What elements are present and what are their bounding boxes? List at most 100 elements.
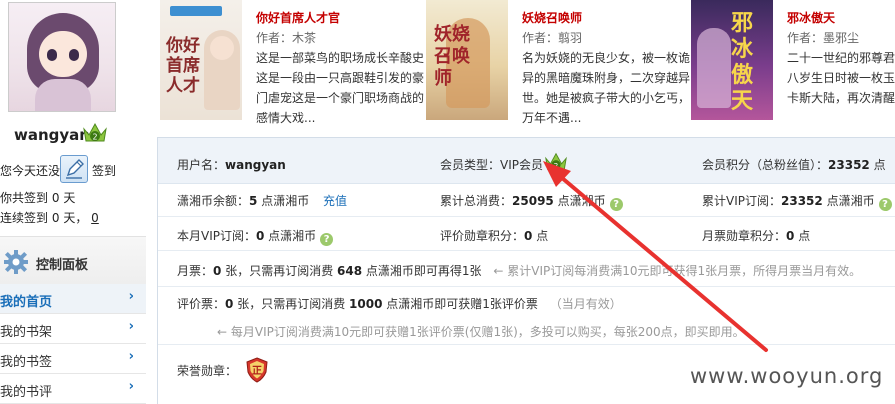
crown-level: 2 xyxy=(92,133,97,142)
monthly-ticket-field: 月票：0 张，只需再订阅消费 648 点潇湘币即可再得1张 ← 累计VIP订阅每… xyxy=(177,262,861,279)
checkin-total-unit: 天 xyxy=(63,191,76,205)
book-title[interactable]: 妖娆召唤师 xyxy=(522,9,582,26)
book-title[interactable]: 邪冰傲天 xyxy=(787,9,835,26)
book-description: 二十一世纪的邪尊君八岁生日时被一枚玉卡斯大陆，再次清醒一名婴儿！前世... xyxy=(787,51,895,105)
total-vip-value: 23352 xyxy=(781,194,823,208)
checkin-streak-extra[interactable]: 0 xyxy=(91,211,99,225)
total-vip-unit: 点潇湘币 xyxy=(822,194,875,208)
review-score-label: 评价勋章积分： xyxy=(440,229,525,243)
review-ticket-note: （当月有效） xyxy=(549,297,622,311)
help-icon[interactable]: ? xyxy=(320,233,334,246)
chevron-right-icon: › xyxy=(128,319,134,334)
chevron-right-icon: › xyxy=(128,349,134,364)
balance-label: 潇湘币余额： xyxy=(177,194,250,208)
member-type-field: 会员类型：VIP会员 xyxy=(440,156,543,173)
book-card[interactable]: 邪冰傲天 邪冰傲天 作者：墨邪尘 二十一世纪的邪尊君八岁生日时被一枚玉卡斯大陆，… xyxy=(691,0,895,128)
total-vip-label: 累计VIP订阅： xyxy=(702,194,781,208)
total-spend-unit: 点潇湘币 xyxy=(553,194,606,208)
sidebar-item-bookmarks[interactable]: 我的书签 › xyxy=(0,344,146,374)
sidebar: wangyan 2 您今天还没 签到 你共签到 0 天 连续签到 0 天， 0 xyxy=(0,0,146,404)
monthly-ticket-text1: 张，只需再订阅消费 xyxy=(221,264,338,278)
watermark: www.wooyun.org xyxy=(690,364,884,388)
points-unit: 点 xyxy=(869,158,886,172)
balance-unit: 点潇湘币 xyxy=(257,194,310,208)
divider xyxy=(158,250,895,251)
sidebar-item-label: 我的书架 xyxy=(0,325,53,340)
divider xyxy=(158,286,895,287)
divider xyxy=(158,216,895,217)
balance-field: 潇湘币余额：5 点潇湘币 充值 xyxy=(177,192,347,209)
sidebar-username[interactable]: wangyan xyxy=(14,126,90,144)
review-score-unit: 点 xyxy=(532,229,549,243)
help-icon[interactable]: ? xyxy=(878,198,892,211)
sidebar-item-home[interactable]: 我的首页 › xyxy=(0,284,146,314)
month-ticket-score-unit: 点 xyxy=(794,229,811,243)
book-description: 这是一部菜鸟的职场成长辛酸史这是一段由一只高跟鞋引发的豪门虐宠这是一个豪门职场商… xyxy=(256,51,425,125)
month-vip-unit: 点潇湘币 xyxy=(264,229,317,243)
avatar[interactable] xyxy=(8,2,116,112)
book-title[interactable]: 你好首席人才官 xyxy=(256,9,340,26)
checkin-button[interactable] xyxy=(60,155,88,183)
book-card[interactable]: 妖娆 召唤师 妖娆召唤师 作者：翦羽 名为妖娆的无良少女，被一枚诡异的黑暗魔珠附身… xyxy=(426,0,691,128)
review-ticket-label: 评价票： xyxy=(177,297,226,311)
username-field: 用户名：wangyan xyxy=(177,156,286,173)
sidebar-item-reviews[interactable]: 我的书评 › xyxy=(0,374,146,404)
review-ticket-text2: 点潇湘币即可获赠1张评价票 xyxy=(382,297,538,311)
checkin-streak-mid: 天， xyxy=(63,211,88,225)
review-ticket-text1: 张，只需再订阅消费 xyxy=(233,297,350,311)
book-cover[interactable]: 你好 首席 人才 xyxy=(160,0,242,120)
gear-icon xyxy=(4,250,28,274)
total-spend-field: 累计总消费：25095 点潇湘币? xyxy=(440,192,623,211)
points-value: 23352 xyxy=(828,158,870,172)
total-spend-value: 25095 xyxy=(512,194,554,208)
sidebar-item-label: 我的书评 xyxy=(0,385,53,400)
book-author: 作者：翦羽 xyxy=(522,31,583,45)
recharge-link[interactable]: 充值 xyxy=(323,194,347,208)
review-ticket-field: 评价票：0 张，只需再订阅消费 1000 点潇湘币即可获赠1张评价票 （当月有效… xyxy=(177,295,622,312)
username-label: 用户名： xyxy=(177,158,226,172)
sidebar-item-label: 我的首页 xyxy=(0,295,53,310)
month-ticket-score-field: 月票勋章积分：0 点 xyxy=(702,227,810,244)
checkin-total: 你共签到 0 天 xyxy=(0,189,75,206)
month-vip-label: 本月VIP订阅： xyxy=(177,229,256,243)
book-cover[interactable]: 邪冰傲天 xyxy=(691,0,773,120)
vip-crown-icon: 2 xyxy=(545,152,567,170)
checkin-prompt: 您今天还没 xyxy=(0,164,61,178)
review-ticket-rule: ← 每月VIP订阅消费满10元即可获赠1张评价票(仅赠1张)，多投可以购买，每张… xyxy=(217,325,745,339)
checkin-total-days: 0 xyxy=(51,191,60,205)
month-vip-field: 本月VIP订阅：0 点潇湘币? xyxy=(177,227,334,246)
honor-badge-icon[interactable]: 正 xyxy=(245,357,269,383)
chevron-right-icon: › xyxy=(128,289,134,304)
month-ticket-score-label: 月票勋章积分： xyxy=(702,229,787,243)
book-card[interactable]: 你好 首席 人才 你好首席人才官 作者：木茶 这是一部菜鸟的职场成长辛酸史这是一段由… xyxy=(160,0,425,128)
book-cover[interactable]: 妖娆 召唤师 xyxy=(426,0,508,120)
control-panel-title: 控制面板 xyxy=(36,258,89,273)
monthly-ticket-text2: 点潇湘币即可再得1张 xyxy=(362,264,482,278)
honor-label: 荣誉勋章： xyxy=(177,364,238,378)
username-value: wangyan xyxy=(225,158,286,172)
honor-badge-text: 正 xyxy=(252,365,262,377)
help-icon[interactable]: ? xyxy=(609,198,623,211)
member-type-value: VIP会员 xyxy=(500,158,544,172)
sidebar-item-bookshelf[interactable]: 我的书架 › xyxy=(0,314,146,344)
monthly-ticket-need: 648 xyxy=(337,264,363,278)
checkin-streak: 连续签到 0 天， 0 xyxy=(0,209,99,226)
book-author: 作者：墨邪尘 xyxy=(787,31,860,45)
book-description: 名为妖娆的无良少女，被一枚诡异的黑暗魔珠附身，二次穿越异世。她是被疯子带大的小乞… xyxy=(522,51,691,125)
total-vip-field: 累计VIP订阅：23352 点潇湘币? xyxy=(702,192,892,211)
checkin-total-text: 你共签到 xyxy=(0,191,49,205)
vip-crown-icon: 2 xyxy=(83,122,107,142)
sidebar-item-label: 我的书签 xyxy=(0,355,53,370)
pencil-icon xyxy=(66,159,84,179)
checkin-label[interactable]: 签到 xyxy=(92,162,116,179)
checkin-streak-days: 0 xyxy=(51,211,60,225)
monthly-ticket-label: 月票： xyxy=(177,264,214,278)
control-panel-header: 控制面板 xyxy=(0,236,146,284)
monthly-ticket-note: ← 累计VIP订阅每消费满10元即可获得1张月票，所得月票当月有效。 xyxy=(493,264,862,278)
crown-level: 2 xyxy=(554,161,559,170)
points-label: 会员积分（总粉丝值）： xyxy=(702,158,829,172)
divider xyxy=(158,344,895,345)
checkin-streak-text: 连续签到 xyxy=(0,211,49,225)
review-ticket-need: 1000 xyxy=(349,297,383,311)
chevron-right-icon: › xyxy=(128,379,134,394)
